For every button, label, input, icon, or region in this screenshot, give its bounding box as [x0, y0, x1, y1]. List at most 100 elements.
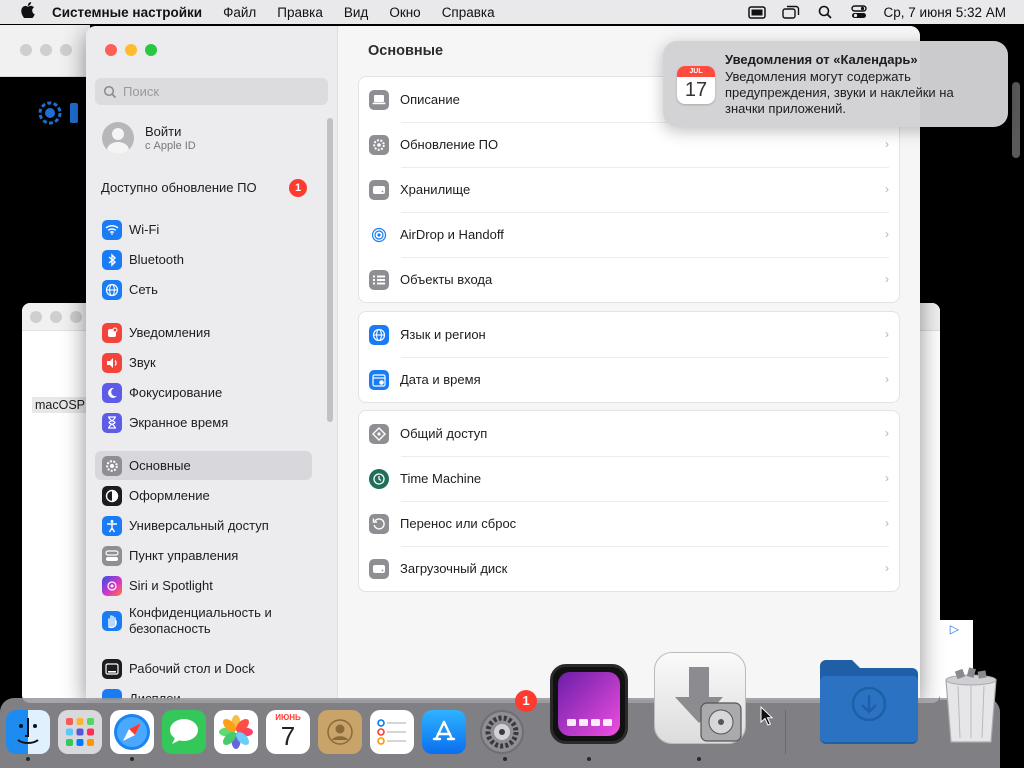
menu-window[interactable]: Окно [389, 5, 420, 20]
messages-icon[interactable] [162, 710, 206, 754]
apple-id-signin[interactable]: Войти с Apple ID [102, 122, 196, 154]
chevron-right-icon: › [885, 561, 889, 575]
sidebar-item-focus[interactable]: Фокусирование [95, 378, 312, 407]
row-label: Перенос или сброс [400, 516, 517, 531]
system-settings-window: Войти с Apple ID Доступно обновление ПО … [86, 26, 920, 700]
time-machine-icon [369, 468, 389, 489]
launchpad-icon[interactable] [58, 710, 102, 754]
spotlight-search-icon[interactable] [816, 5, 834, 19]
bg2-minimize[interactable] [50, 311, 62, 323]
menu-help[interactable]: Справка [442, 5, 495, 20]
notif-cal-month: JUL [677, 66, 715, 77]
bg2-close[interactable] [30, 311, 42, 323]
list-icon [369, 269, 389, 290]
photos-icon[interactable] [214, 710, 258, 754]
control-center-icon[interactable] [850, 5, 868, 19]
menu-view[interactable]: Вид [344, 5, 368, 20]
menu-app-name[interactable]: Системные настройки [52, 5, 202, 20]
sidebar-item-network[interactable]: Сеть [95, 275, 312, 304]
window-close-button[interactable] [105, 44, 117, 56]
speaker-icon [102, 352, 122, 373]
trash-icon[interactable] [940, 666, 1002, 746]
bg2-zoom[interactable] [70, 311, 82, 323]
main-pane: Основные Описание › Обновление ПО › Хран… [338, 26, 920, 700]
app-store-icon[interactable] [422, 710, 466, 754]
row-time-machine[interactable]: Time Machine › [359, 456, 899, 501]
settings-group-2: Язык и регион › Дата и время › [358, 311, 900, 403]
bell-icon [102, 322, 122, 343]
sidebar-scrollbar[interactable] [327, 118, 333, 422]
row-login-items[interactable]: Объекты входа › [359, 257, 899, 302]
account-subtitle: с Apple ID [145, 140, 196, 152]
siri-icon [102, 575, 122, 596]
search-input[interactable] [123, 84, 313, 99]
sidebar-item-control-center[interactable]: Пункт управления [95, 541, 312, 570]
row-transfer-reset[interactable]: Перенос или сброс › [359, 501, 899, 546]
apple-menu-icon[interactable] [18, 2, 38, 22]
sidebar-item-notifications[interactable]: Уведомления [95, 318, 312, 347]
row-software-update[interactable]: Обновление ПО › [359, 122, 899, 167]
row-label: Обновление ПО [400, 137, 499, 152]
finder-icon[interactable] [6, 710, 50, 754]
screen-recorder-app-icon[interactable] [550, 664, 628, 744]
sidebar-item-label: Оформление [129, 487, 210, 503]
downloads-folder-icon[interactable] [818, 656, 920, 744]
menu-bar: Системные настройки Файл Правка Вид Окно… [0, 0, 1024, 24]
sidebar-item-desktop-dock[interactable]: Рабочий стол и Dock [95, 654, 312, 683]
airdrop-icon [369, 224, 389, 245]
control-center-icon [102, 545, 122, 566]
installer-app-icon[interactable] [654, 652, 746, 744]
mouse-cursor-icon [760, 705, 774, 731]
sidebar-item-appearance[interactable]: Оформление [95, 481, 312, 510]
running-indicator [503, 757, 507, 761]
calendar-icon[interactable]: ИЮНЬ 7 [266, 710, 310, 754]
row-airdrop-handoff[interactable]: AirDrop и Handoff › [359, 212, 899, 257]
calendar-app-icon: JUL 17 [677, 66, 715, 104]
sidebar-item-bluetooth[interactable]: Bluetooth [95, 245, 312, 274]
row-language-region[interactable]: Язык и регион › [359, 312, 899, 357]
menu-clock[interactable]: Ср, 7 июня 5:32 AM [884, 5, 1006, 20]
sidebar-search[interactable] [95, 78, 328, 105]
background-scrollbar[interactable] [1012, 82, 1020, 158]
chevron-right-icon: › [885, 372, 889, 386]
window-switcher-icon[interactable] [781, 5, 800, 19]
gear-badge-icon [369, 134, 389, 155]
sidebar-item-label: Siri и Spotlight [129, 577, 213, 593]
calendar-notification[interactable]: JUL 17 Уведомления от «Календарь» Уведом… [663, 41, 1008, 127]
window-minimize-button[interactable] [125, 44, 137, 56]
sidebar-item-wifi[interactable]: Wi-Fi [95, 215, 312, 244]
menu-file[interactable]: Файл [223, 5, 256, 20]
wifi-icon [102, 219, 122, 240]
sidebar-item-siri-spotlight[interactable]: Siri и Spotlight [95, 571, 312, 600]
display-menu-icon[interactable] [747, 5, 766, 19]
row-date-time[interactable]: Дата и время › [359, 357, 899, 402]
sidebar-item-sound[interactable]: Звук [95, 348, 312, 377]
bg-window-close[interactable] [20, 44, 32, 56]
bg-window-minimize[interactable] [40, 44, 52, 56]
running-indicator [26, 757, 30, 761]
contacts-icon[interactable] [318, 710, 362, 754]
row-startup-disk[interactable]: Загрузочный диск › [359, 546, 899, 591]
gear-icon [102, 455, 122, 476]
laptop-icon [369, 89, 389, 110]
software-update-available[interactable]: Доступно обновление ПО 1 [101, 179, 307, 197]
row-sharing[interactable]: Общий доступ › [359, 411, 899, 456]
sidebar-item-accessibility[interactable]: Универсальный доступ [95, 511, 312, 540]
sidebar-item-general[interactable]: Основные [95, 451, 312, 480]
row-storage[interactable]: Хранилище › [359, 167, 899, 212]
bg-window-zoom[interactable] [60, 44, 72, 56]
update-label: Доступно обновление ПО [101, 180, 257, 195]
sidebar-item-label: Сеть [129, 281, 158, 297]
window-zoom-button[interactable] [145, 44, 157, 56]
sharing-icon [369, 423, 389, 444]
sidebar-item-label: Пункт управления [129, 547, 239, 563]
notif-cal-day: 17 [684, 79, 708, 101]
ad-choices-icon[interactable]: ▷ [950, 622, 959, 636]
menu-edit[interactable]: Правка [277, 5, 323, 20]
sidebar-item-screen-time[interactable]: Экранное время [95, 408, 312, 437]
chevron-right-icon: › [885, 471, 889, 485]
sidebar-item-privacy-security[interactable]: Конфиденциальность и безопасность [95, 601, 312, 641]
reminders-icon[interactable] [370, 710, 414, 754]
safari-icon[interactable] [110, 710, 154, 754]
system-settings-dock-icon[interactable] [480, 710, 524, 754]
